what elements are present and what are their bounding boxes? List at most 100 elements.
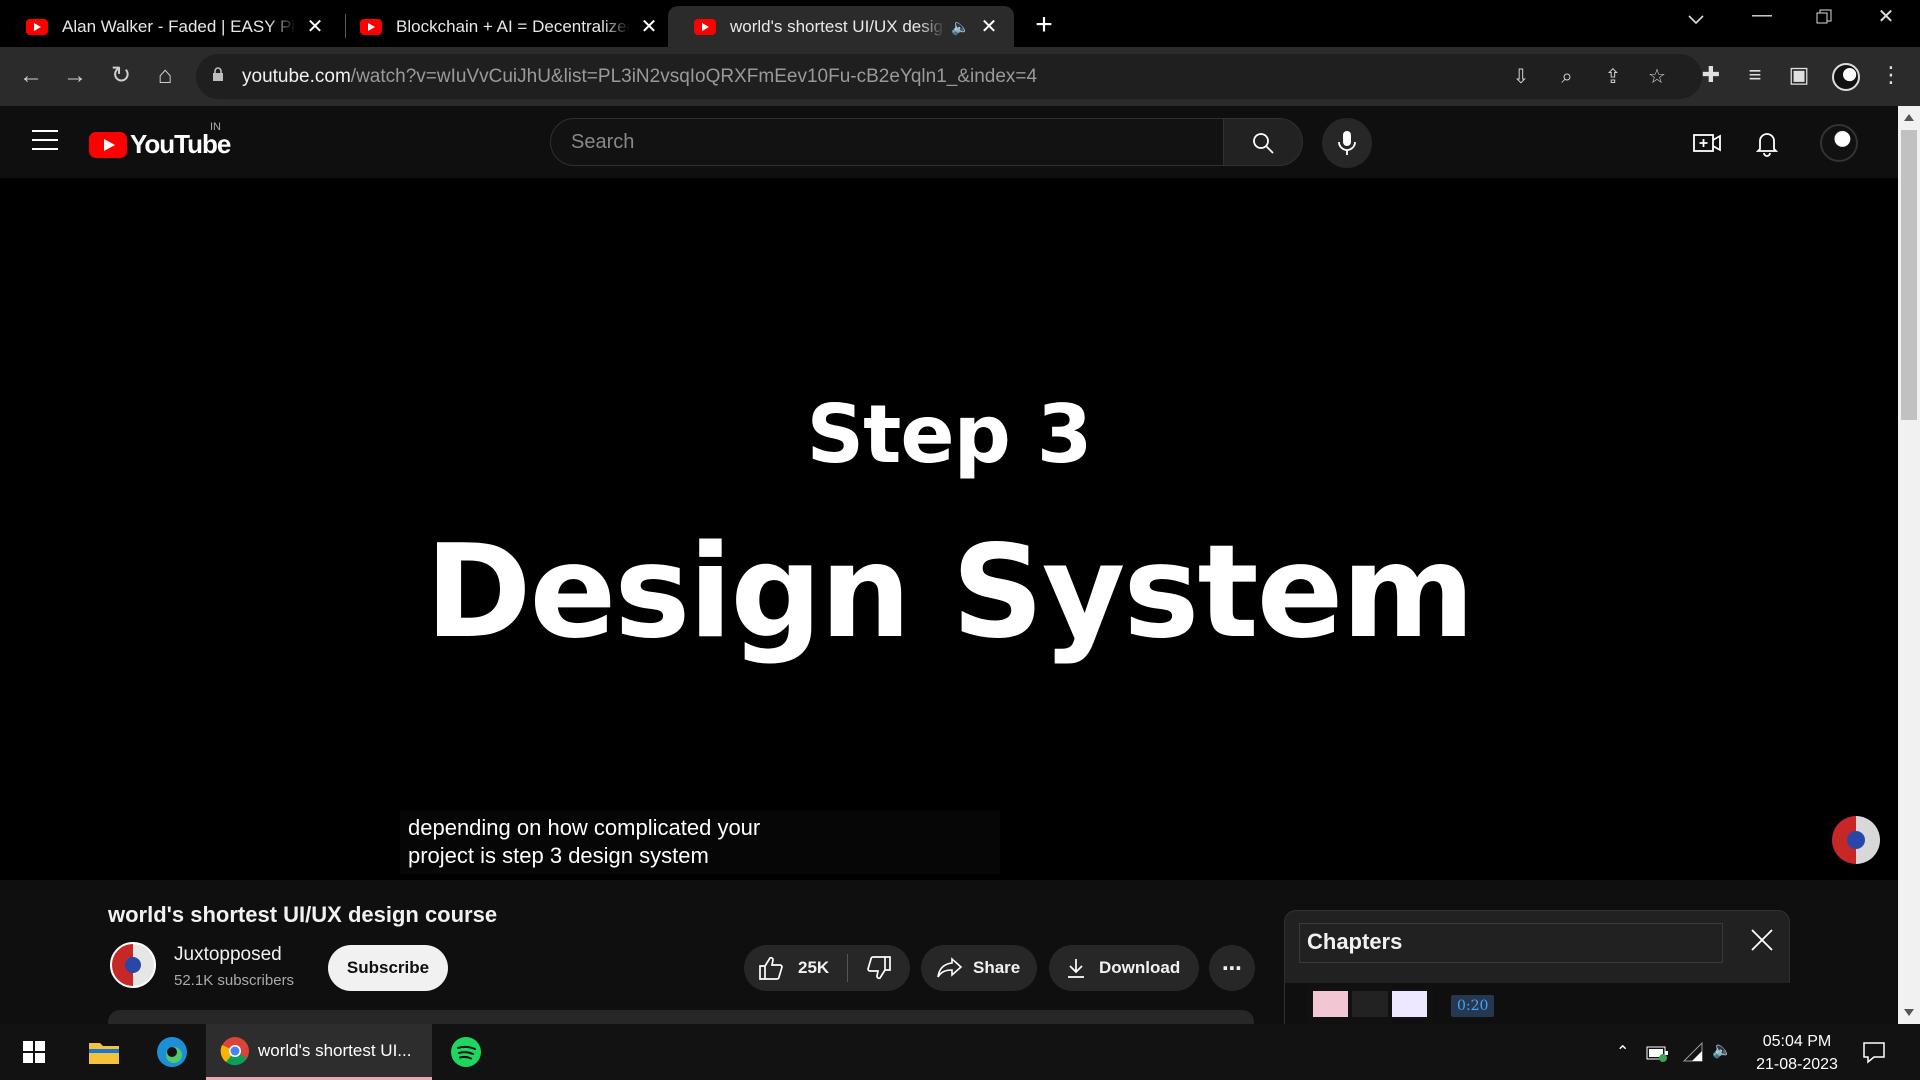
scroll-down-icon[interactable] [1904,1009,1914,1016]
channel-watermark-logo[interactable] [1832,816,1880,864]
chrome-window-title: world's shortest UI... [258,1040,412,1060]
video-title: world's shortest UI/UX design course [108,902,498,927]
wifi-icon[interactable] [1682,1042,1704,1062]
create-video-icon[interactable] [1692,128,1722,158]
chapter-timestamp[interactable]: 0:20 [1451,995,1495,1017]
battery-icon[interactable] [1646,1044,1670,1062]
tab-title: world's shortest UI/UX design course [730,16,945,36]
search-input[interactable] [571,131,1171,154]
channel-name[interactable]: Juxtopposed [174,944,282,966]
spotify-button[interactable] [446,1024,486,1080]
caption-line: project is step 3 design system [408,843,709,868]
share-button[interactable]: Share [921,945,1037,991]
media-control-icon[interactable]: ≡ [1740,60,1770,90]
url-text[interactable]: youtube.com/watch?v=wIuVvCuiJhU&list=PL3… [242,66,1037,88]
home-icon[interactable]: ⌂ [148,59,182,93]
chrome-icon [220,1036,249,1065]
youtube-header: YouTube IN [0,106,1898,178]
tab-ui-ux-course[interactable]: world's shortest UI/UX design course 🔈 ✕ [668,6,1014,47]
clock-date: 21-08-2023 [1756,1056,1838,1073]
description-box[interactable] [108,1010,1254,1024]
scrollbar-thumb[interactable] [1901,130,1917,420]
tab-blockchain-ai[interactable]: Blockchain + AI = Decentralized AI ✕ [334,6,674,47]
install-app-icon[interactable]: ⇩ [1508,64,1534,90]
search-icon [1253,133,1274,154]
download-label: Download [1099,958,1181,977]
close-window-icon[interactable]: ✕ [1866,4,1906,29]
microphone-icon [1338,131,1356,155]
voice-search-button[interactable] [1322,118,1372,168]
volume-icon[interactable]: 🔈 [1712,1040,1732,1060]
tab-alan-walker[interactable]: Alan Walker - Faded | EASY Piano Tutoria… [0,6,340,47]
reload-icon[interactable]: ↻ [104,59,138,93]
close-tab-icon[interactable]: ✕ [304,14,326,39]
scroll-up-icon[interactable] [1904,114,1914,121]
close-tab-icon[interactable]: ✕ [638,14,660,39]
file-explorer-button[interactable] [84,1024,124,1080]
side-panel-icon[interactable]: ▣ [1784,60,1814,90]
video-frame-step-text: Step 3 [806,388,1093,481]
minimize-icon[interactable]: — [1742,4,1782,27]
youtube-favicon-icon [694,18,716,35]
edge-icon [157,1037,187,1067]
extensions-puzzle-icon[interactable]: ✚ [1696,60,1726,90]
page-scrollbar[interactable] [1898,106,1920,1024]
browser-toolbar: ← → ↻ ⌂ youtube.com/watch?v=wIuVvCuiJhU&… [0,47,1920,106]
like-dislike-group: 25K [744,945,910,991]
start-button[interactable] [14,1024,54,1080]
clock-time: 05:04 PM [1762,1033,1832,1050]
spotify-icon [451,1037,481,1067]
lock-icon[interactable] [212,67,224,81]
video-player[interactable]: Step 3 Design System depending on how co… [0,178,1898,880]
account-avatar[interactable] [1820,124,1858,162]
search-button[interactable] [1223,118,1303,166]
zoom-icon[interactable]: ⌕ [1554,64,1580,90]
back-icon[interactable]: ← [14,59,48,93]
new-tab-button[interactable]: + [1030,8,1058,42]
browser-profile-avatar[interactable] [1832,63,1860,91]
download-button[interactable]: Download [1049,945,1199,991]
youtube-play-logo-icon [89,131,127,158]
bookmark-star-icon[interactable]: ☆ [1644,64,1670,90]
chrome-taskbar-button[interactable]: world's shortest UI... [206,1024,432,1080]
youtube-favicon-icon [360,18,382,35]
like-count: 25K [798,958,830,977]
tab-title: Alan Walker - Faded | EASY Piano Tutoria… [62,16,296,36]
channel-avatar[interactable] [110,942,156,988]
subscribe-button[interactable]: Subscribe [328,945,448,991]
windows-taskbar: world's shortest UI... ⌃ 🔈 05:04 PM 21-0… [0,1024,1920,1080]
folder-icon [89,1043,119,1064]
like-button[interactable]: 25K [758,956,829,980]
system-clock[interactable]: 05:04 PM 21-08-2023 [1742,1030,1852,1076]
tab-search-chevron-icon[interactable] [1676,8,1716,31]
edge-browser-button[interactable] [150,1024,194,1080]
tab-title: Blockchain + AI = Decentralized AI [396,16,630,36]
close-tab-icon[interactable]: ✕ [978,14,1000,39]
download-icon [1068,959,1084,978]
share-label: Share [973,958,1021,977]
tray-overflow-chevron-icon[interactable]: ⌃ [1616,1042,1629,1062]
forward-icon[interactable]: → [58,59,92,93]
notification-center-icon[interactable] [1862,1040,1886,1064]
chapters-heading: Chapters [1307,929,1403,954]
more-horizontal-icon: ⋯ [1222,957,1242,980]
country-code: IN [210,121,221,133]
chapters-panel: Chapters 0:20 [1284,910,1791,1025]
thumbs-down-icon [867,956,892,980]
dislike-button[interactable] [866,956,892,980]
video-frame-heading-text: Design System [425,518,1475,667]
close-chapters-icon[interactable] [1747,925,1777,955]
share-arrow-icon [937,957,963,978]
address-bar[interactable]: youtube.com/watch?v=wIuVvCuiJhU&list=PL3… [196,54,1702,99]
hamburger-menu-icon[interactable] [32,130,58,152]
restore-icon[interactable] [1804,8,1844,31]
subscriber-count: 52.1K subscribers [174,972,295,989]
speaker-icon[interactable]: 🔈 [951,18,970,36]
share-page-icon[interactable]: ⇪ [1600,64,1626,90]
browser-menu-icon[interactable]: ⋮ [1876,60,1906,90]
caption-line: depending on how complicated your [408,815,761,840]
notifications-bell-icon[interactable] [1752,128,1782,158]
more-actions-button[interactable]: ⋯ [1209,945,1255,991]
chapter-item[interactable]: 0:20 [1285,983,1791,1025]
youtube-logo[interactable]: YouTube IN [89,121,231,160]
